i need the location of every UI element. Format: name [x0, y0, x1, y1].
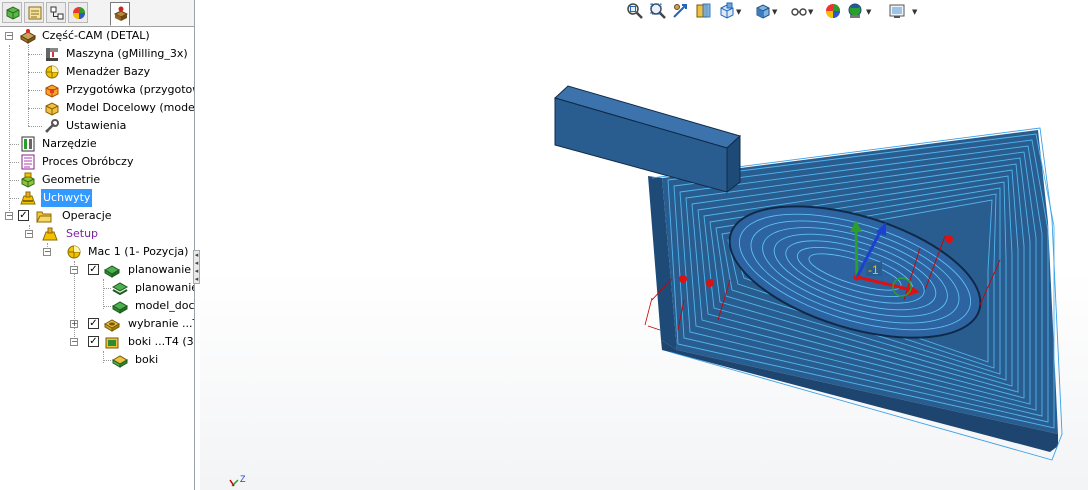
tree-item-label: Część-CAM (DETAL)	[42, 29, 150, 42]
expand-toggle[interactable]: +	[70, 320, 78, 328]
manager-tabs	[0, 0, 194, 27]
tree-item-label: Maszyna (gMilling_3x)	[66, 47, 188, 60]
folder-icon	[36, 211, 52, 223]
tree-item-label: Mac 1 (1- Pozycja)	[88, 245, 189, 258]
tree-item-label: wybranie ...T	[128, 317, 194, 330]
cam-part-model[interactable]: -1	[200, 0, 1088, 490]
pocket-operation-icon	[104, 319, 120, 332]
tree-item-label: Menadżer Bazy	[66, 65, 151, 78]
panel-splitter-handle[interactable]: ◂ ◂ ◂ ◂	[193, 250, 200, 284]
tree-item-label: Geometrie	[42, 173, 101, 186]
tree-item-label: planowanie ...	[128, 263, 194, 276]
geometry-icon	[21, 172, 35, 188]
tree-item-label: Narzędzie	[42, 137, 97, 150]
tree-item-label: boki ...T4 (3)	[128, 335, 194, 348]
sides-operation-icon	[105, 337, 119, 349]
property-manager-icon	[28, 6, 42, 20]
model-geometry-icon	[112, 301, 128, 314]
target-model-icon	[45, 102, 59, 116]
facing-geometry-icon	[112, 282, 128, 296]
process-icon	[21, 154, 35, 170]
tree-item-label: boki	[135, 353, 159, 366]
collapse-toggle[interactable]: −	[70, 338, 78, 346]
tree-item-label: planowanie	[135, 281, 194, 294]
axis-z-label: Z	[240, 474, 246, 484]
display-manager-icon	[73, 7, 85, 19]
tree-item-label: Model Docelowy (model_do	[66, 101, 194, 114]
svg-text:-1: -1	[868, 263, 879, 277]
feature-manager-tab[interactable]	[2, 2, 22, 23]
collapse-toggle[interactable]: −	[5, 32, 13, 40]
stock-icon	[45, 84, 59, 98]
tree-item-label: Ustawienia	[66, 119, 127, 132]
operation-checkbox[interactable]: ✓	[88, 318, 99, 329]
operations-checkbox[interactable]: ✓	[18, 210, 29, 221]
collapse-toggle[interactable]: −	[5, 212, 13, 220]
tree-item-label: Przygotówka (przygotowk	[66, 83, 194, 96]
tree-item-label: Operacje	[62, 209, 112, 222]
configuration-manager-icon	[50, 6, 64, 20]
machine-icon	[46, 48, 58, 61]
sides-geometry-icon	[112, 355, 128, 368]
feature-manager-icon	[6, 6, 20, 20]
operation-checkbox[interactable]: ✓	[88, 264, 99, 275]
collapse-toggle[interactable]: −	[25, 230, 33, 238]
collapse-toggle[interactable]: −	[43, 248, 51, 256]
tree-item-label: Setup	[66, 227, 99, 240]
tree-item-label: model_doce	[135, 299, 194, 312]
tree-item-label: Proces Obróbczy	[42, 155, 134, 168]
setup-icon	[42, 227, 58, 241]
axis-indicator: Z	[229, 474, 246, 487]
feature-manager-panel: − Część-CAM (DETAL) Maszyna (gMilling_3x…	[0, 0, 195, 490]
tool-icon	[21, 136, 35, 152]
cam-manager-tab[interactable]	[110, 2, 130, 26]
display-manager-tab[interactable]	[68, 2, 88, 23]
collapse-toggle[interactable]: −	[70, 266, 78, 274]
tree-item-label: Uchwyty	[41, 189, 93, 207]
coordinate-system-icon	[67, 245, 81, 259]
fixture-icon	[20, 191, 36, 205]
property-manager-tab[interactable]	[24, 2, 44, 23]
settings-icon	[45, 119, 59, 133]
coordinate-system-icon	[45, 65, 59, 79]
cam-feature-tree: − Część-CAM (DETAL) Maszyna (gMilling_3x…	[0, 27, 194, 490]
facing-operation-icon	[104, 265, 120, 278]
cam-part-icon	[20, 29, 36, 44]
configuration-manager-tab[interactable]	[46, 2, 66, 23]
cam-manager-icon	[113, 6, 129, 21]
operation-checkbox[interactable]: ✓	[88, 336, 99, 347]
